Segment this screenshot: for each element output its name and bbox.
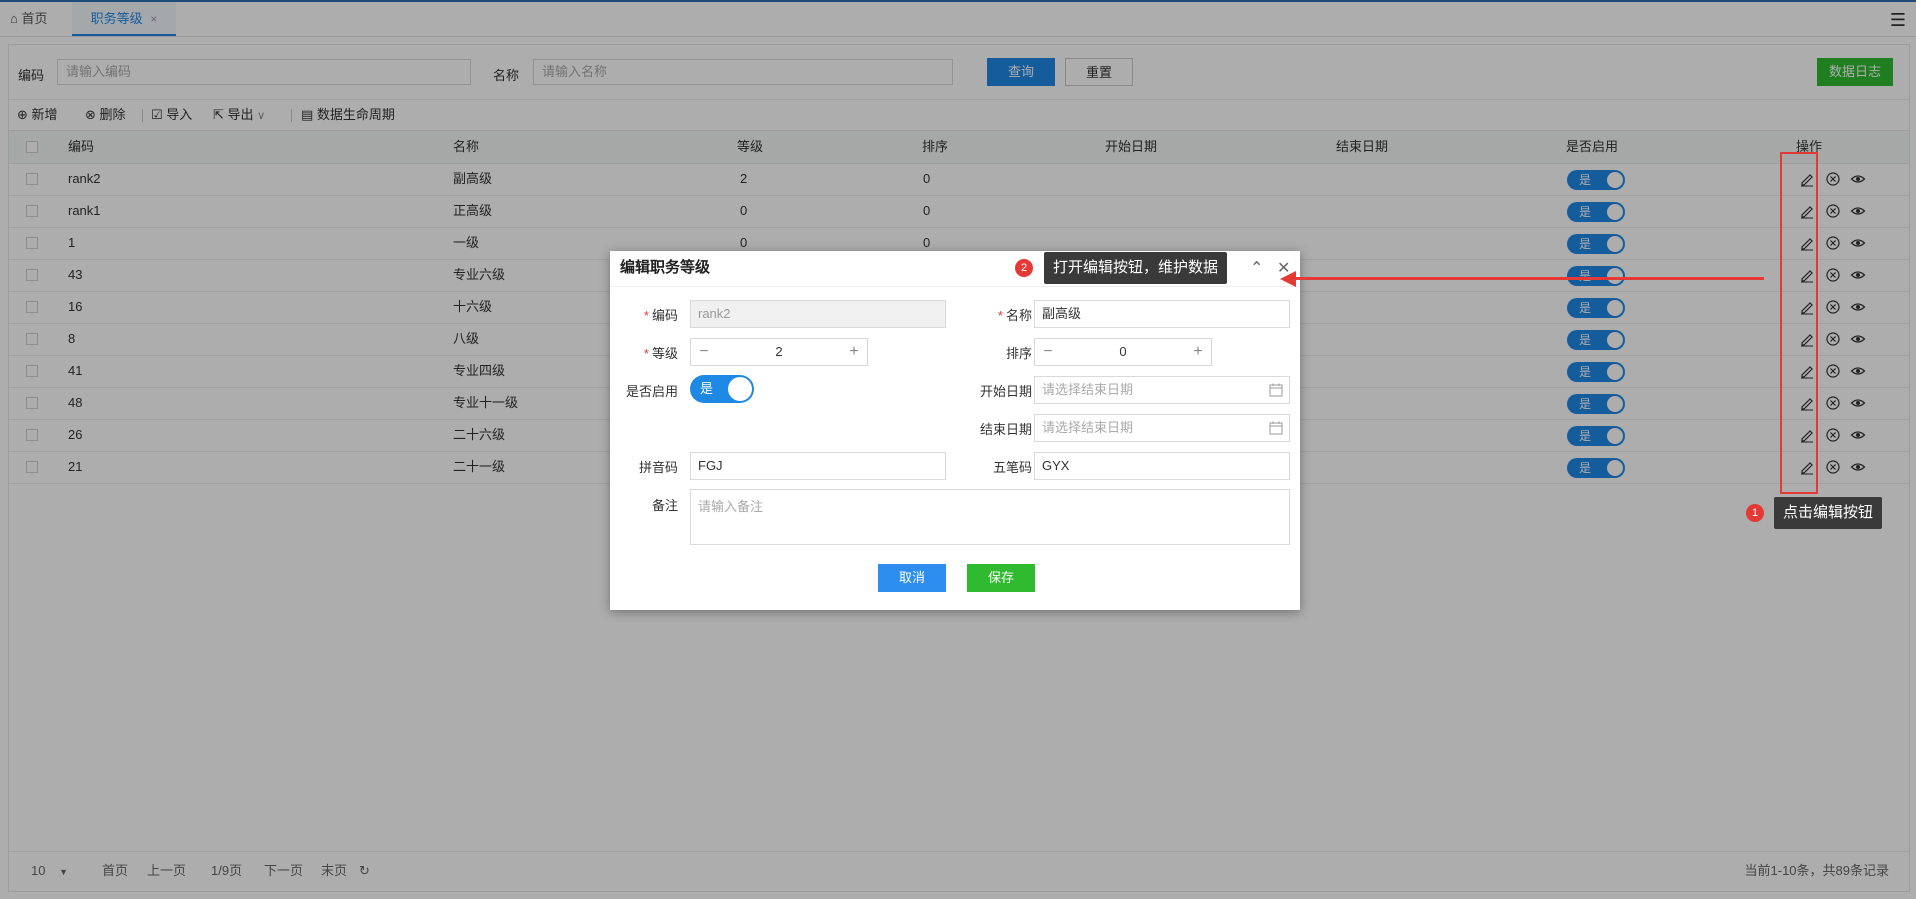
pinyin-field[interactable]: FGJ (690, 452, 946, 480)
level-stepper[interactable]: − 2 + (690, 338, 868, 366)
end-date-label: 结束日期 (979, 422, 1032, 437)
annotation-arrow-head (1280, 271, 1296, 287)
save-button[interactable]: 保存 (967, 564, 1035, 592)
end-date-placeholder: 请选择结束日期 (1042, 420, 1134, 435)
start-date-placeholder: 请选择结束日期 (1042, 382, 1134, 397)
collapse-icon[interactable]: ⌃ (1250, 258, 1263, 278)
annotation-arrow-line (1292, 277, 1764, 280)
enabled-label: 是否启用 (625, 384, 678, 399)
minus-icon[interactable]: − (691, 339, 717, 365)
dialog-title: 编辑职务等级 (620, 259, 711, 276)
start-date-picker[interactable]: 请选择结束日期 (1034, 376, 1290, 404)
wubi-field[interactable]: GYX (1034, 452, 1290, 480)
code-field[interactable]: rank2 (690, 300, 946, 328)
annotation-highlight-box (1780, 152, 1818, 494)
enabled-toggle[interactable]: 是 (690, 375, 754, 403)
enabled-toggle-label: 是 (700, 381, 714, 396)
remark-textarea[interactable]: 请输入备注 (690, 489, 1290, 545)
step2-callout: 打开编辑按钮，维护数据 (1044, 252, 1228, 284)
sort-label: 排序 (1005, 346, 1032, 361)
level-value[interactable]: 2 (717, 339, 841, 365)
toggle-knob (728, 377, 752, 401)
cancel-button[interactable]: 取消 (878, 564, 946, 592)
remark-label: 备注 (651, 498, 678, 513)
name-label: * 名称 (997, 308, 1032, 323)
plus-icon[interactable]: + (1185, 339, 1211, 365)
level-label: * 等级 (643, 346, 678, 361)
edit-rank-dialog: 编辑职务等级 ⌃ ✕ * 编码 rank2 * 名称 副高级 * 等级 − 2 + 排… (610, 251, 1300, 610)
step2-badge: 2 (1015, 259, 1033, 277)
end-date-picker[interactable]: 请选择结束日期 (1034, 414, 1290, 442)
step1-callout: 点击编辑按钮 (1774, 497, 1883, 529)
sort-value[interactable]: 0 (1061, 339, 1185, 365)
code-label: * 编码 (643, 308, 678, 323)
sort-stepper[interactable]: − 0 + (1034, 338, 1212, 366)
calendar-icon (1269, 421, 1283, 435)
start-date-label: 开始日期 (979, 384, 1032, 399)
minus-icon[interactable]: − (1035, 339, 1061, 365)
step1-badge: 1 (1746, 504, 1764, 522)
dialog-divider (610, 286, 1300, 287)
calendar-icon (1269, 383, 1283, 397)
pinyin-label: 拼音码 (638, 460, 678, 475)
wubi-label: 五笔码 (992, 460, 1032, 475)
plus-icon[interactable]: + (841, 339, 867, 365)
name-field[interactable]: 副高级 (1034, 300, 1290, 328)
